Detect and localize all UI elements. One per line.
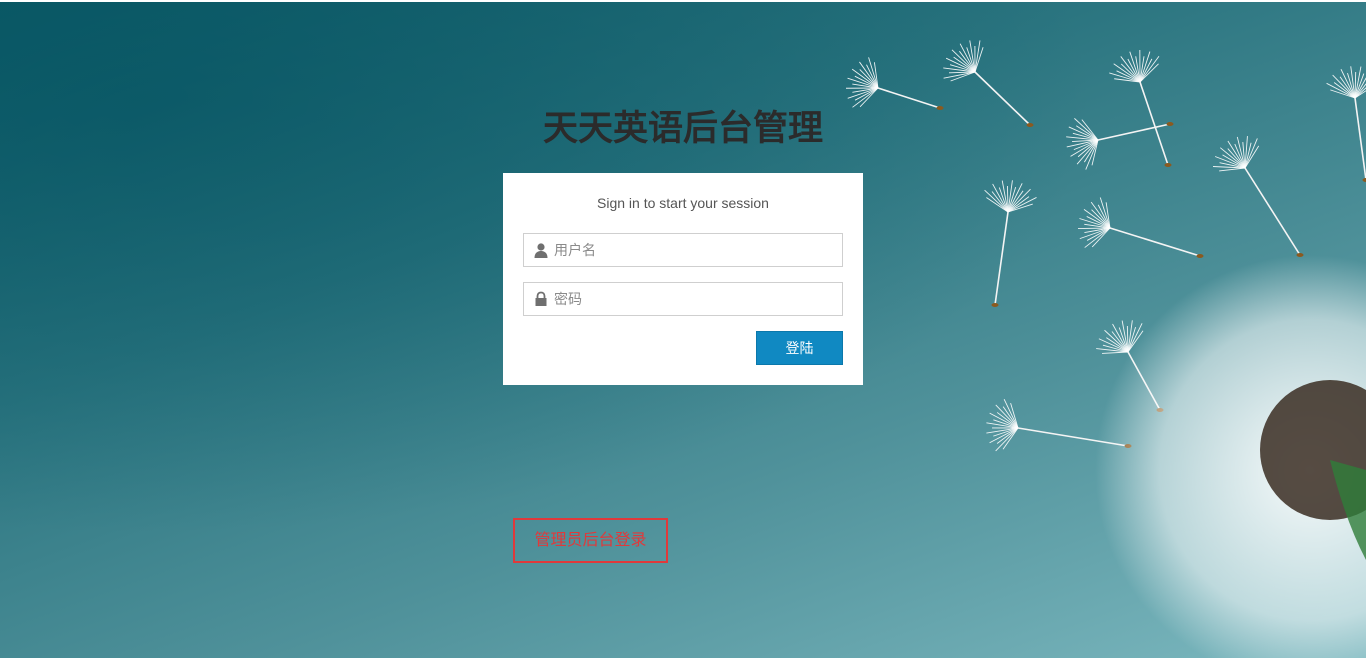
login-message: Sign in to start your session (597, 195, 769, 211)
user-icon (534, 243, 548, 258)
login-page: 天天英语后台管理 Sign in to start your session 登… (0, 0, 1366, 658)
password-field[interactable] (523, 282, 843, 316)
admin-login-link[interactable]: 管理员后台登录 (513, 518, 668, 563)
lock-icon (535, 291, 547, 306)
page-title: 天天英语后台管理 (542, 109, 823, 148)
login-box: Sign in to start your session 登陆 (503, 173, 863, 385)
username-field[interactable] (523, 233, 843, 267)
username-input[interactable] (554, 234, 839, 266)
login-button[interactable]: 登陆 (756, 331, 843, 365)
password-input[interactable] (554, 283, 839, 315)
